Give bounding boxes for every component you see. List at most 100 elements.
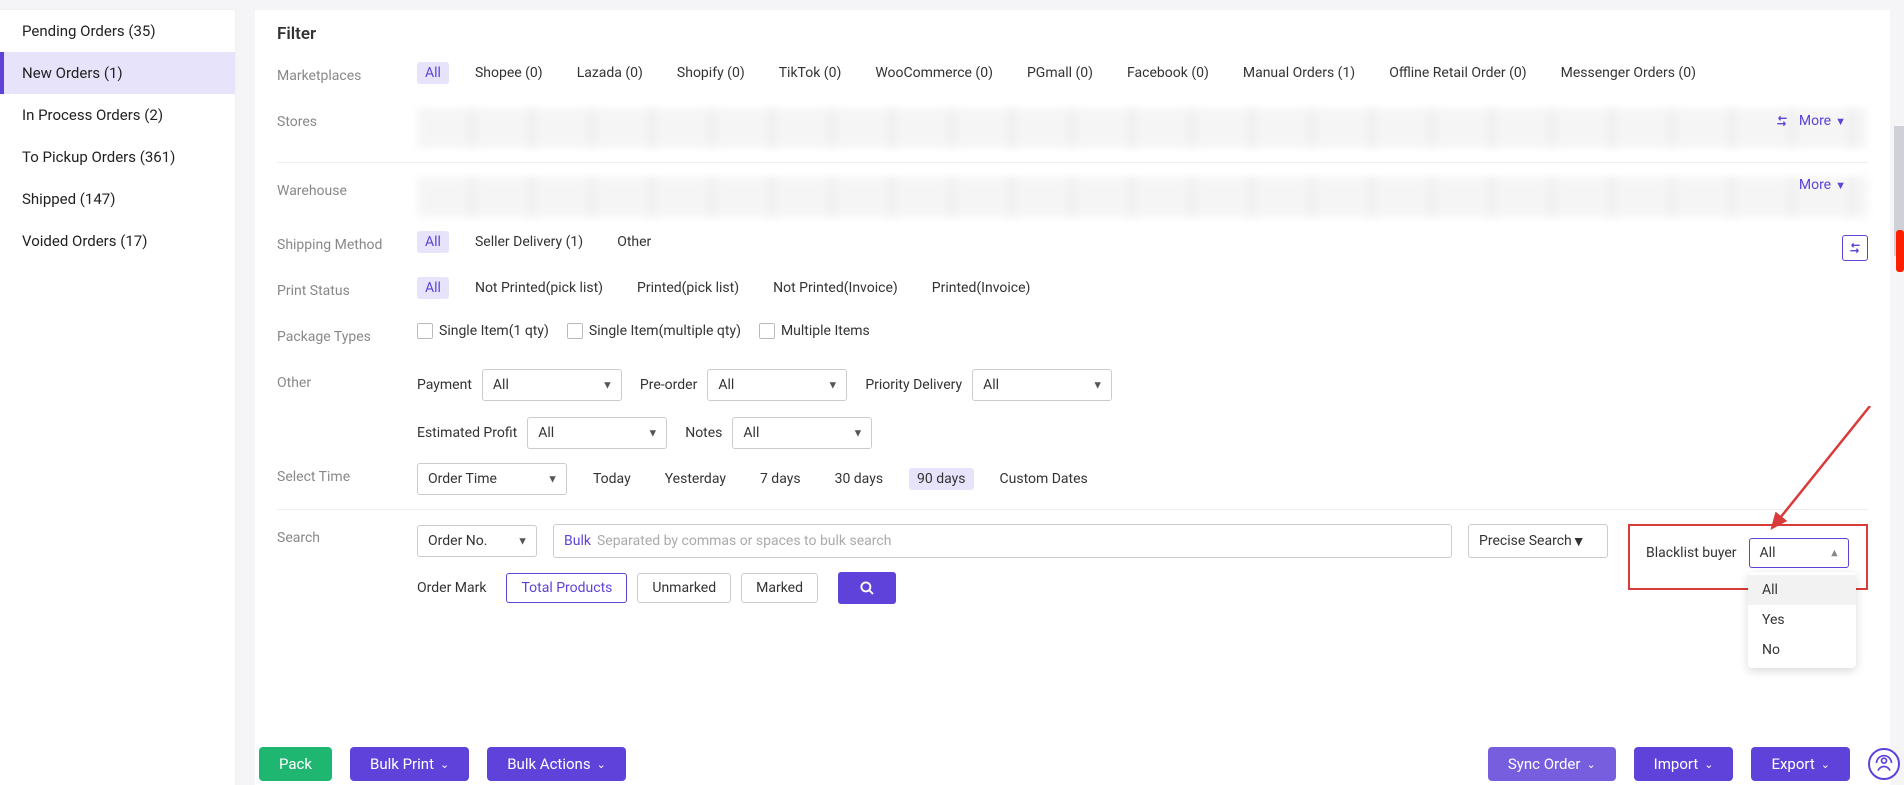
marketplace-chip[interactable]: PGmall (0) <box>1019 62 1101 84</box>
sidebar: Pending Orders (35) New Orders (1) In Pr… <box>0 10 235 785</box>
action-footer: Pack Bulk Print⌄ Bulk Actions⌄ Sync Orde… <box>255 743 1904 785</box>
print-chip[interactable]: Printed(pick list) <box>629 277 747 299</box>
swap-icon[interactable] <box>1842 235 1868 261</box>
sidebar-item-to-pickup[interactable]: To Pickup Orders (361) <box>0 136 235 178</box>
warehouse-label: Warehouse <box>277 177 417 199</box>
shipping-chip-all[interactable]: All <box>417 231 449 253</box>
chevron-down-icon: ⌄ <box>440 758 449 771</box>
marketplace-chip[interactable]: Lazada (0) <box>569 62 651 84</box>
marketplace-chip[interactable]: Shopee (0) <box>467 62 551 84</box>
search-input[interactable]: Bulk Separated by commas or spaces to bu… <box>553 524 1452 558</box>
time-today[interactable]: Today <box>585 468 639 490</box>
blacklist-option-no[interactable]: No <box>1748 635 1856 665</box>
notes-label: Notes <box>685 425 722 441</box>
other-label: Other <box>277 369 417 391</box>
chevron-down-icon: ▼ <box>853 427 864 440</box>
marketplace-chip[interactable]: Offline Retail Order (0) <box>1381 62 1534 84</box>
checkbox-icon[interactable] <box>417 323 433 339</box>
blacklist-dropdown: All Yes No <box>1748 572 1856 668</box>
search-field-select[interactable]: Order No.▼ <box>417 525 537 557</box>
time-7days[interactable]: 7 days <box>752 468 809 490</box>
chevron-down-icon: ⌄ <box>597 758 606 771</box>
stores-label: Stores <box>277 108 417 130</box>
marketplace-chip[interactable]: Facebook (0) <box>1119 62 1217 84</box>
sidebar-item-new-orders[interactable]: New Orders (1) <box>0 52 235 94</box>
mark-unmarked[interactable]: Unmarked <box>637 573 731 603</box>
mark-marked[interactable]: Marked <box>741 573 818 603</box>
support-avatar-icon[interactable] <box>1868 748 1900 780</box>
blacklist-select[interactable]: All ▼ <box>1749 538 1849 568</box>
warehouse-blurred <box>417 177 1868 217</box>
more-text: More <box>1799 113 1831 129</box>
chevron-down-icon: ⌄ <box>1704 758 1713 771</box>
marketplace-chip[interactable]: TikTok (0) <box>771 62 850 84</box>
blacklist-option-all[interactable]: All <box>1748 575 1856 605</box>
search-button[interactable] <box>838 572 896 604</box>
chevron-down-icon: ▼ <box>827 379 838 392</box>
marketplace-chip[interactable]: WooCommerce (0) <box>867 62 1001 84</box>
import-button[interactable]: Import⌄ <box>1634 747 1734 781</box>
chevron-down-icon: ▼ <box>1835 115 1846 128</box>
search-label: Search <box>277 524 417 546</box>
blacklist-buyer-box: Blacklist buyer All ▼ All Yes No <box>1628 524 1868 590</box>
time-custom[interactable]: Custom Dates <box>992 468 1096 490</box>
chevron-down-icon: ▼ <box>517 535 528 548</box>
package-types-label: Package Types <box>277 323 417 345</box>
marketplace-chip-all[interactable]: All <box>417 62 449 84</box>
blacklist-option-yes[interactable]: Yes <box>1748 605 1856 635</box>
time-yesterday[interactable]: Yesterday <box>657 468 734 490</box>
export-button[interactable]: Export⌄ <box>1751 747 1850 781</box>
warehouse-more-link[interactable]: More ▼ <box>1799 177 1846 193</box>
print-chip[interactable]: Not Printed(Invoice) <box>765 277 906 299</box>
marketplace-chip[interactable]: Shopify (0) <box>669 62 753 84</box>
pkg-single-1qty[interactable]: Single Item(1 qty) <box>417 323 549 339</box>
sidebar-item-pending[interactable]: Pending Orders (35) <box>0 10 235 52</box>
print-chip-all[interactable]: All <box>417 277 449 299</box>
checkbox-icon[interactable] <box>567 323 583 339</box>
search-mode-select[interactable]: Precise Search▼ <box>1468 524 1608 558</box>
search-placeholder: Separated by commas or spaces to bulk se… <box>597 533 891 549</box>
pkg-multi-items[interactable]: Multiple Items <box>759 323 870 339</box>
shipping-chip[interactable]: Other <box>609 231 659 253</box>
chevron-down-icon: ⌄ <box>1821 758 1830 771</box>
bulk-print-button[interactable]: Bulk Print⌄ <box>350 747 469 781</box>
marketplaces-label: Marketplaces <box>277 62 417 84</box>
filter-heading: Filter <box>277 24 1868 44</box>
shipping-chip[interactable]: Seller Delivery (1) <box>467 231 591 253</box>
checkbox-icon[interactable] <box>759 323 775 339</box>
marketplace-chip[interactable]: Messenger Orders (0) <box>1553 62 1704 84</box>
time-type-select[interactable]: Order Time▼ <box>417 463 567 495</box>
time-90days[interactable]: 90 days <box>909 468 973 490</box>
sidebar-item-shipped[interactable]: Shipped (147) <box>0 178 235 220</box>
mark-total-products[interactable]: Total Products <box>506 573 627 603</box>
print-chip[interactable]: Not Printed(pick list) <box>467 277 611 299</box>
sidebar-item-voided[interactable]: Voided Orders (17) <box>0 220 235 262</box>
bulk-actions-button[interactable]: Bulk Actions⌄ <box>487 747 626 781</box>
chevron-down-icon: ▼ <box>647 427 658 440</box>
priority-label: Priority Delivery <box>865 377 962 393</box>
select-time-label: Select Time <box>277 463 417 485</box>
sync-order-button[interactable]: Sync Order⌄ <box>1488 747 1616 781</box>
payment-label: Payment <box>417 377 472 393</box>
marketplaces-options: All Shopee (0) Lazada (0) Shopify (0) Ti… <box>417 62 1868 84</box>
stores-more-link[interactable]: More ▼ <box>1769 108 1846 134</box>
pack-button[interactable]: Pack <box>259 747 332 781</box>
marketplace-chip[interactable]: Manual Orders (1) <box>1235 62 1363 84</box>
chevron-down-icon: ▼ <box>1835 179 1846 192</box>
chevron-down-icon: ▼ <box>1572 533 1586 550</box>
profit-select[interactable]: All▼ <box>527 417 667 449</box>
notes-select[interactable]: All▼ <box>732 417 872 449</box>
sidebar-item-in-process[interactable]: In Process Orders (2) <box>0 94 235 136</box>
preorder-select[interactable]: All▼ <box>707 369 847 401</box>
filter-panel: Filter Marketplaces All Shopee (0) Lazad… <box>255 10 1890 785</box>
priority-select[interactable]: All▼ <box>972 369 1112 401</box>
chevron-down-icon: ▼ <box>1092 379 1103 392</box>
print-chip[interactable]: Printed(Invoice) <box>924 277 1039 299</box>
pkg-single-multiqty[interactable]: Single Item(multiple qty) <box>567 323 741 339</box>
more-text: More <box>1799 177 1831 193</box>
payment-select[interactable]: All▼ <box>482 369 622 401</box>
chevron-down-icon: ⌄ <box>1586 758 1595 771</box>
profit-label: Estimated Profit <box>417 425 517 441</box>
swap-icon[interactable] <box>1769 108 1795 134</box>
time-30days[interactable]: 30 days <box>827 468 891 490</box>
